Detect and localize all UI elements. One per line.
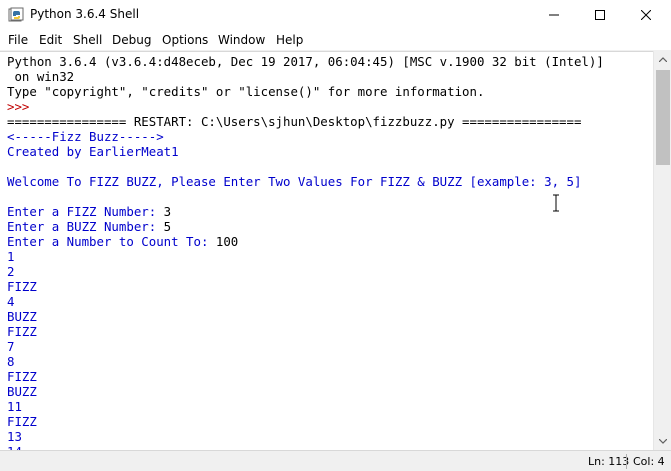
shell-output-line: FIZZ [7,279,37,294]
shell-output-line: FIZZ [7,324,37,339]
shell-output-line: 8 [7,354,15,369]
menu-window[interactable]: Window [218,33,265,47]
menu-file[interactable]: File [8,33,28,47]
input-line-fizz: Enter a FIZZ Number: 3 [7,204,171,219]
input-prompt: Enter a FIZZ Number: [7,204,164,219]
shell-output-line: 11 [7,399,22,414]
shell-output-line: BUZZ [7,384,37,399]
status-column-number: Col: 4 [633,455,665,468]
vertical-scrollbar[interactable] [653,51,671,450]
window-title: Python 3.6.4 Shell [30,7,140,21]
shell-prompt: >>> [7,99,37,114]
menu-help[interactable]: Help [276,33,303,47]
user-input: 5 [163,219,172,234]
python-idle-icon [8,7,24,22]
close-icon [641,10,651,20]
status-line-number: Ln: 113 [588,455,630,468]
menu-edit[interactable]: Edit [39,33,62,47]
shell-output-line: 4 [7,294,15,309]
shell-output-line: 13 [7,429,22,444]
menu-shell[interactable]: Shell [73,33,102,47]
minimize-button[interactable] [531,0,577,30]
scroll-up-button[interactable] [654,51,671,68]
input-prompt: Enter a BUZZ Number: [7,219,164,234]
shell-output-line: <-----Fizz Buzz-----> [7,129,164,144]
shell-output-line: FIZZ [7,414,37,429]
chevron-up-icon [659,57,667,62]
menu-bar: File Edit Shell Debug Options Window Hel… [0,30,671,51]
title-bar[interactable]: Python 3.6.4 Shell [0,0,671,30]
close-button[interactable] [623,0,669,30]
shell-output-line: Welcome To FIZZ BUZZ, Please Enter Two V… [7,174,582,189]
minimize-icon [549,14,559,16]
restart-banner: ================ RESTART: C:\Users\sjhun… [7,114,582,129]
input-line-buzz: Enter a BUZZ Number: 5 [7,219,171,234]
scroll-thumb[interactable] [656,70,670,165]
shell-line: on win32 [7,69,75,84]
shell-output-line: 7 [7,339,15,354]
status-divider [626,454,627,469]
status-bar: Ln: 113 Col: 4 [0,450,671,471]
shell-output-line: FIZZ [7,369,37,384]
user-input: 3 [163,204,172,219]
shell-line: Python 3.6.4 (v3.6.4:d48eceb, Dec 19 201… [7,54,604,69]
menu-options[interactable]: Options [162,33,208,47]
chevron-down-icon [659,439,667,444]
user-input: 100 [215,234,239,249]
input-prompt: Enter a Number to Count To: [7,234,216,249]
text-cursor-icon [553,194,559,212]
shell-text-area[interactable]: Python 3.6.4 (v3.6.4:d48eceb, Dec 19 201… [0,51,653,450]
input-line-count: Enter a Number to Count To: 100 [7,234,238,249]
scroll-down-button[interactable] [654,433,671,450]
menu-debug[interactable]: Debug [112,33,151,47]
shell-output-line: BUZZ [7,309,37,324]
shell-output-line: 1 [7,249,15,264]
maximize-button[interactable] [577,0,623,30]
shell-output-line: Created by EarlierMeat1 [7,144,179,159]
shell-output-line: 2 [7,264,15,279]
maximize-icon [595,10,605,20]
shell-line: Type "copyright", "credits" or "license(… [7,84,485,99]
